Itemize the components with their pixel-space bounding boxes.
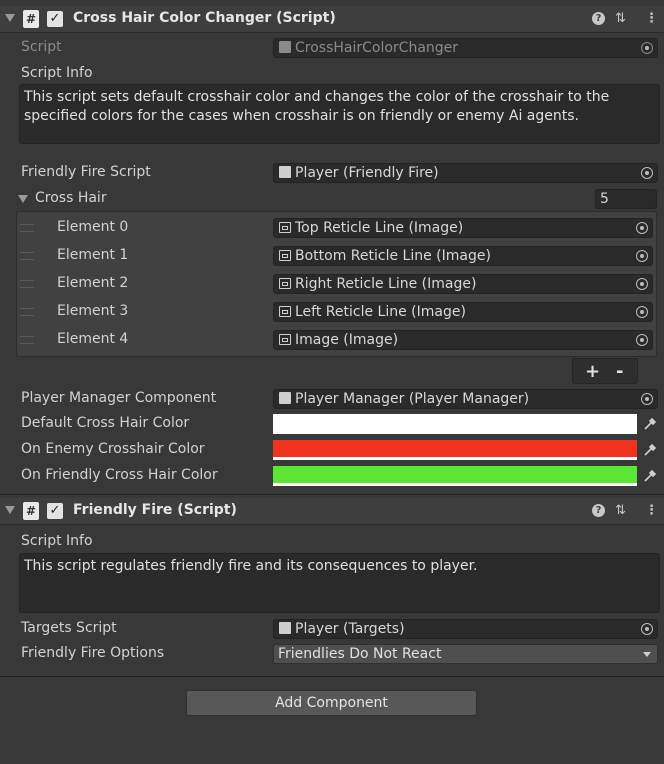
element-field[interactable]: Bottom Reticle Line (Image): [273, 246, 653, 266]
player-manager-field[interactable]: Player Manager (Player Manager): [273, 389, 658, 409]
object-picker-icon[interactable]: [641, 623, 653, 635]
object-picker-icon[interactable]: [641, 167, 653, 179]
drag-handle-icon[interactable]: [20, 336, 34, 344]
help-icon[interactable]: ?: [592, 12, 605, 25]
foldout-arrow-icon[interactable]: [5, 506, 15, 514]
component-header-friendly-fire[interactable]: # ✓ Friendly Fire (Script) ? ⇅ ⋮: [0, 498, 664, 525]
enemy-color-label: On Enemy Crosshair Color: [21, 441, 205, 457]
settings-icon[interactable]: ⇅: [615, 12, 626, 26]
object-picker-icon[interactable]: [641, 393, 653, 405]
eyedropper-icon[interactable]: [643, 443, 657, 457]
eyedropper-icon[interactable]: [643, 469, 657, 483]
script-file-icon: [279, 622, 291, 634]
script-value: CrossHairColorChanger: [295, 40, 459, 56]
object-picker-icon[interactable]: [636, 334, 648, 346]
cross-hair-foldout-icon[interactable]: [18, 195, 28, 203]
component-title: Cross Hair Color Changer (Script): [73, 10, 336, 26]
cross-hair-size-field[interactable]: 5: [595, 189, 657, 209]
default-color-label: Default Cross Hair Color: [21, 415, 190, 431]
targets-script-value: Player (Targets): [295, 621, 405, 637]
script-label: Script: [21, 39, 62, 55]
help-icon[interactable]: ?: [592, 504, 605, 517]
element-label: Element 0: [57, 219, 129, 235]
cross-hair-label[interactable]: Cross Hair: [35, 190, 107, 206]
targets-script-field[interactable]: Player (Targets): [273, 619, 658, 639]
image-icon: [279, 222, 291, 233]
drag-handle-icon[interactable]: [20, 308, 34, 316]
list-add-remove-buttons: + -: [572, 358, 638, 384]
element-value: Right Reticle Line (Image): [295, 276, 477, 292]
foldout-arrow-icon[interactable]: [5, 14, 15, 22]
enemy-color-field[interactable]: [273, 440, 637, 460]
element-field[interactable]: Top Reticle Line (Image): [273, 218, 653, 238]
image-icon: [279, 278, 291, 289]
component-header-crosshair[interactable]: # ✓ Cross Hair Color Changer (Script) ? …: [0, 6, 664, 33]
script-info-textarea[interactable]: This script sets default crosshair color…: [19, 84, 660, 144]
element-label: Element 2: [57, 275, 129, 291]
script-info-label: Script Info: [21, 533, 93, 549]
component-title: Friendly Fire (Script): [73, 502, 237, 518]
drag-handle-icon[interactable]: [20, 280, 34, 288]
friendly-color-label: On Friendly Cross Hair Color: [21, 467, 218, 483]
image-icon: [279, 334, 291, 345]
element-label: Element 1: [57, 247, 129, 263]
object-picker-icon[interactable]: [636, 306, 648, 318]
script-info-label: Script Info: [21, 65, 93, 81]
object-picker-icon[interactable]: [636, 278, 648, 290]
script-field[interactable]: CrossHairColorChanger: [273, 38, 658, 58]
friendly-fire-script-field[interactable]: Player (Friendly Fire): [273, 163, 658, 183]
alpha-bar: [273, 431, 637, 434]
default-color-field[interactable]: [273, 414, 637, 434]
element-field[interactable]: Image (Image): [273, 330, 653, 350]
player-manager-label: Player Manager Component: [21, 390, 217, 406]
image-icon: [279, 250, 291, 261]
friendly-fire-options-value: Friendlies Do Not React: [278, 646, 442, 662]
remove-element-button[interactable]: -: [616, 361, 623, 382]
element-label: Element 4: [57, 331, 129, 347]
settings-icon[interactable]: ⇅: [615, 504, 626, 518]
alpha-bar: [273, 457, 637, 460]
script-info-textarea[interactable]: This script regulates friendly fire and …: [19, 553, 660, 613]
script-file-icon: [279, 392, 291, 404]
eyedropper-icon[interactable]: [643, 417, 657, 431]
targets-script-label: Targets Script: [21, 620, 117, 636]
element-value: Left Reticle Line (Image): [295, 304, 466, 320]
element-label: Element 3: [57, 303, 129, 319]
add-element-button[interactable]: +: [585, 361, 600, 382]
alpha-bar: [273, 483, 637, 486]
friendly-color-field[interactable]: [273, 466, 637, 486]
friendly-fire-script-value: Player (Friendly Fire): [295, 165, 439, 181]
enabled-checkbox[interactable]: ✓: [47, 503, 63, 519]
element-value: Top Reticle Line (Image): [295, 220, 464, 236]
element-field[interactable]: Left Reticle Line (Image): [273, 302, 653, 322]
object-picker-icon[interactable]: [636, 250, 648, 262]
drag-handle-icon[interactable]: [20, 252, 34, 260]
friendly-fire-options-dropdown[interactable]: Friendlies Do Not React: [273, 644, 658, 664]
object-picker-icon[interactable]: [636, 222, 648, 234]
component-divider: [0, 676, 664, 677]
player-manager-value: Player Manager (Player Manager): [295, 391, 530, 407]
script-icon: #: [23, 502, 39, 520]
component-divider: [0, 494, 664, 495]
menu-icon[interactable]: ⋮: [645, 504, 658, 518]
drag-handle-icon[interactable]: [20, 224, 34, 232]
friendly-fire-options-label: Friendly Fire Options: [21, 645, 165, 661]
friendly-fire-script-label: Friendly Fire Script: [21, 164, 151, 180]
script-file-icon: [279, 166, 291, 178]
add-component-button[interactable]: Add Component: [186, 690, 477, 716]
element-value: Image (Image): [295, 332, 399, 348]
element-value: Bottom Reticle Line (Image): [295, 248, 491, 264]
image-icon: [279, 306, 291, 317]
script-icon: #: [23, 10, 39, 28]
script-file-icon: [279, 41, 291, 53]
object-picker-icon[interactable]: [641, 42, 653, 54]
element-field[interactable]: Right Reticle Line (Image): [273, 274, 653, 294]
enabled-checkbox[interactable]: ✓: [47, 11, 63, 27]
menu-icon[interactable]: ⋮: [645, 12, 658, 26]
dropdown-icon: [643, 652, 651, 657]
